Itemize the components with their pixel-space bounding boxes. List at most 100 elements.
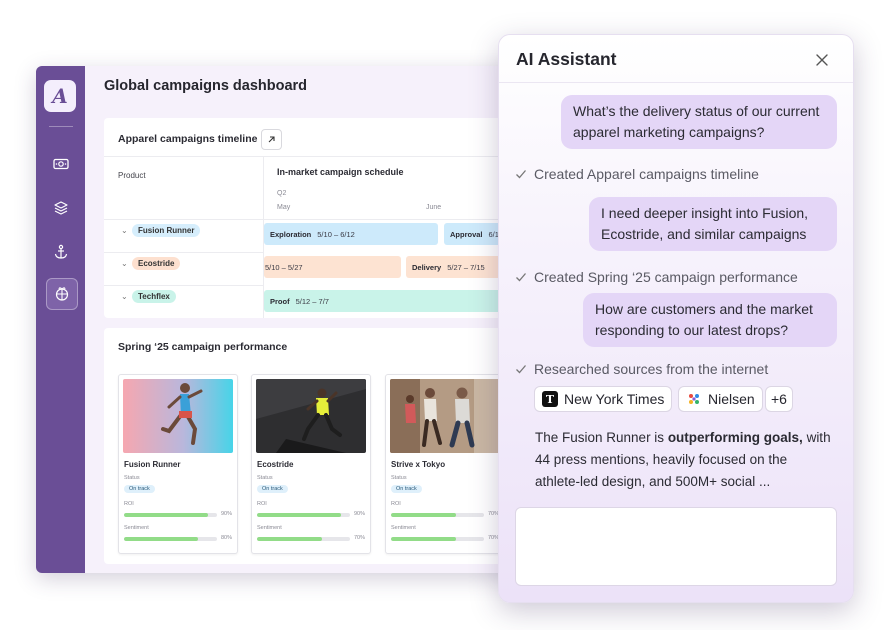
answer-text: The Fusion Runner is — [535, 430, 668, 445]
bar-label: Proof — [270, 296, 290, 306]
timeline-bar[interactable]: Proof 5/12 – 7/7 — [264, 290, 524, 312]
roi-value: 90% — [221, 511, 233, 517]
sentiment-progress-fill — [124, 537, 199, 541]
panel-title: AI Assistant — [516, 49, 617, 69]
source-name: New York Times — [564, 391, 665, 407]
checkmark-icon — [516, 170, 526, 179]
sentiment-progress-bar — [391, 537, 484, 541]
checkmark-icon — [516, 365, 526, 374]
more-sources-chip[interactable]: +6 — [765, 386, 793, 412]
message-input[interactable] — [515, 507, 837, 586]
open-external-button[interactable] — [261, 129, 282, 150]
source-chip-nielsen[interactable]: Nielsen — [678, 386, 763, 412]
sentiment-progress-bar — [124, 537, 217, 541]
sidebar-divider — [49, 126, 73, 127]
user-message: What’s the delivery status of our curren… — [561, 95, 837, 149]
sidebar-rail: A — [36, 66, 85, 573]
divider — [104, 285, 264, 286]
timeline-card: Apparel campaigns timeline Product In-ma… — [104, 118, 524, 318]
bar-label: Delivery — [412, 262, 442, 272]
status-label: Status — [124, 475, 140, 481]
column-header-product: Product — [118, 171, 146, 180]
user-message: I need deeper insight into Fusion, Ecost… — [589, 197, 837, 251]
dashboard-window: A Global campaigns dashboard Apparel cam… — [36, 66, 536, 573]
answer-emphasis: outperforming goals, — [667, 430, 803, 445]
roi-progress-fill — [257, 513, 341, 517]
checkmark-icon — [516, 273, 526, 282]
anchor-icon[interactable] — [46, 237, 76, 267]
status-badge: On track — [391, 485, 422, 493]
bar-label: Approval — [450, 229, 483, 239]
campaign-card[interactable]: Strive x Tokyo Status On track ROI 70% S… — [385, 374, 505, 554]
roi-value: 90% — [354, 511, 366, 517]
chevron-down-icon[interactable]: ⌄ — [121, 292, 128, 301]
chevron-down-icon[interactable]: ⌄ — [121, 226, 128, 235]
bar-label: Exploration — [270, 229, 312, 239]
chevron-down-icon[interactable]: ⌄ — [121, 259, 128, 268]
product-tag-ecostride[interactable]: Ecostride — [132, 257, 181, 270]
status-step-text: Created Spring ‘25 campaign performance — [534, 269, 798, 285]
timeline-bar[interactable]: Exploration 5/10 – 6/12 — [264, 223, 438, 245]
sentiment-progress-fill — [391, 537, 457, 541]
quarter-label: Q2 — [277, 190, 287, 197]
assistant-answer: The Fusion Runner is outperforming goals… — [535, 427, 831, 493]
divider — [104, 156, 524, 157]
product-tag-techflex[interactable]: Techflex — [132, 290, 176, 303]
roi-progress-bar — [391, 513, 484, 517]
status-step: Created Apparel campaigns timeline — [515, 166, 759, 182]
ai-assistant-panel: AI Assistant What’s the delivery status … — [498, 34, 854, 603]
sentiment-label: Sentiment — [257, 525, 282, 531]
nielsen-logo-icon — [689, 394, 699, 404]
campaign-name: Ecostride — [257, 460, 294, 469]
bar-dates: 5/10 – 5/27 — [265, 262, 303, 272]
timeline-bar[interactable]: 5/10 – 5/27 — [264, 256, 401, 278]
status-step: Researched sources from the internet — [515, 361, 768, 377]
source-name: Nielsen — [708, 391, 755, 407]
sentiment-progress-bar — [257, 537, 350, 541]
roi-label: ROI — [391, 501, 401, 507]
gift-icon[interactable] — [46, 278, 78, 310]
month-label: May — [277, 204, 291, 211]
roi-progress-bar — [257, 513, 350, 517]
roi-label: ROI — [124, 501, 134, 507]
sentiment-progress-fill — [257, 537, 323, 541]
source-chip-nyt[interactable]: T New York Times — [534, 386, 673, 412]
month-label: June — [426, 204, 442, 211]
layers-icon[interactable] — [46, 193, 76, 223]
campaign-photo — [123, 379, 233, 453]
campaign-name: Fusion Runner — [124, 460, 181, 469]
sentiment-label: Sentiment — [124, 525, 149, 531]
status-label: Status — [257, 475, 273, 481]
close-button[interactable] — [812, 50, 832, 70]
status-step-text: Created Apparel campaigns timeline — [534, 166, 759, 182]
status-step-text: Researched sources from the internet — [534, 361, 769, 377]
close-icon — [816, 54, 828, 66]
performance-card: Spring ‘25 campaign performance Fusion R… — [104, 328, 524, 564]
bar-dates: 5/10 – 6/12 — [317, 229, 355, 239]
header-divider — [499, 82, 853, 83]
status-badge: On track — [257, 485, 288, 493]
campaign-name: Strive x Tokyo — [391, 460, 446, 469]
dashboard-main: Global campaigns dashboard Apparel campa… — [85, 66, 536, 573]
page-title: Global campaigns dashboard — [104, 78, 308, 94]
bar-dates: 5/12 – 7/7 — [295, 296, 329, 306]
arrow-up-right-icon — [268, 136, 275, 143]
sentiment-value: 70% — [354, 535, 366, 541]
logo-icon[interactable]: A — [44, 80, 76, 112]
campaign-photo — [390, 379, 500, 453]
money-icon[interactable] — [46, 149, 76, 179]
performance-title: Spring ‘25 campaign performance — [118, 341, 288, 353]
product-tag-fusion-runner[interactable]: Fusion Runner — [132, 224, 201, 237]
bar-dates: 5/27 – 7/15 — [447, 262, 485, 272]
roi-progress-bar — [124, 513, 217, 517]
timeline-title: Apparel campaigns timeline — [118, 133, 258, 145]
status-step: Created Spring ‘25 campaign performance — [515, 269, 798, 285]
status-label: Status — [391, 475, 407, 481]
roi-progress-fill — [391, 513, 457, 517]
roi-label: ROI — [257, 501, 267, 507]
campaign-card[interactable]: Ecostride Status On track ROI 90% Sentim… — [251, 374, 371, 554]
status-badge: On track — [124, 485, 155, 493]
campaign-card[interactable]: Fusion Runner Status On track ROI 90% Se… — [118, 374, 238, 554]
campaign-photo — [256, 379, 366, 453]
divider — [104, 252, 264, 253]
